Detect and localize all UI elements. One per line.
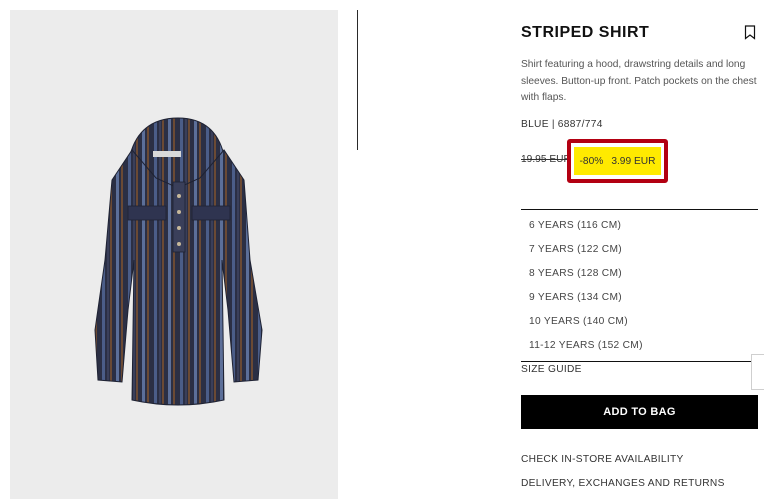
sale-price: -80% 3.99 EUR <box>574 147 661 175</box>
bookmark-icon[interactable] <box>744 25 756 40</box>
add-to-bag-button[interactable]: ADD TO BAG <box>521 395 758 429</box>
size-option[interactable]: 10 YEARS (140 CM) <box>521 311 758 335</box>
scroll-indicator <box>357 10 358 150</box>
size-option[interactable]: 9 YEARS (134 CM) <box>521 287 758 311</box>
old-price: 19.95 EUR <box>521 154 571 165</box>
product-color: BLUE <box>521 119 549 130</box>
size-selector: 6 YEARS (116 CM) 7 YEARS (122 CM) 8 YEAR… <box>521 209 758 362</box>
color-reference: BLUE | 6887/774 <box>521 119 603 130</box>
size-option[interactable]: 6 YEARS (116 CM) <box>521 215 758 239</box>
product-description: Shirt featuring a hood, drawstring detai… <box>521 59 757 103</box>
new-price: 3.99 EUR <box>611 155 656 167</box>
color-ref-separator: | <box>551 119 555 130</box>
check-availability-link[interactable]: CHECK IN-STORE AVAILABILITY <box>521 454 684 465</box>
size-guide-link[interactable]: SIZE GUIDE <box>521 364 582 375</box>
shirt-illustration <box>94 117 263 406</box>
size-option[interactable]: 8 YEARS (128 CM) <box>521 263 758 287</box>
product-reference: 6887/774 <box>557 119 603 130</box>
size-option[interactable]: 7 YEARS (122 CM) <box>521 239 758 263</box>
size-option[interactable]: 11-12 YEARS (152 CM) <box>521 335 758 359</box>
product-image[interactable] <box>10 10 338 499</box>
side-tab[interactable] <box>751 354 764 390</box>
discount-badge: -80% <box>579 155 604 167</box>
product-title: STRIPED SHIRT <box>521 24 650 41</box>
delivery-link[interactable]: DELIVERY, EXCHANGES AND RETURNS <box>521 478 725 489</box>
